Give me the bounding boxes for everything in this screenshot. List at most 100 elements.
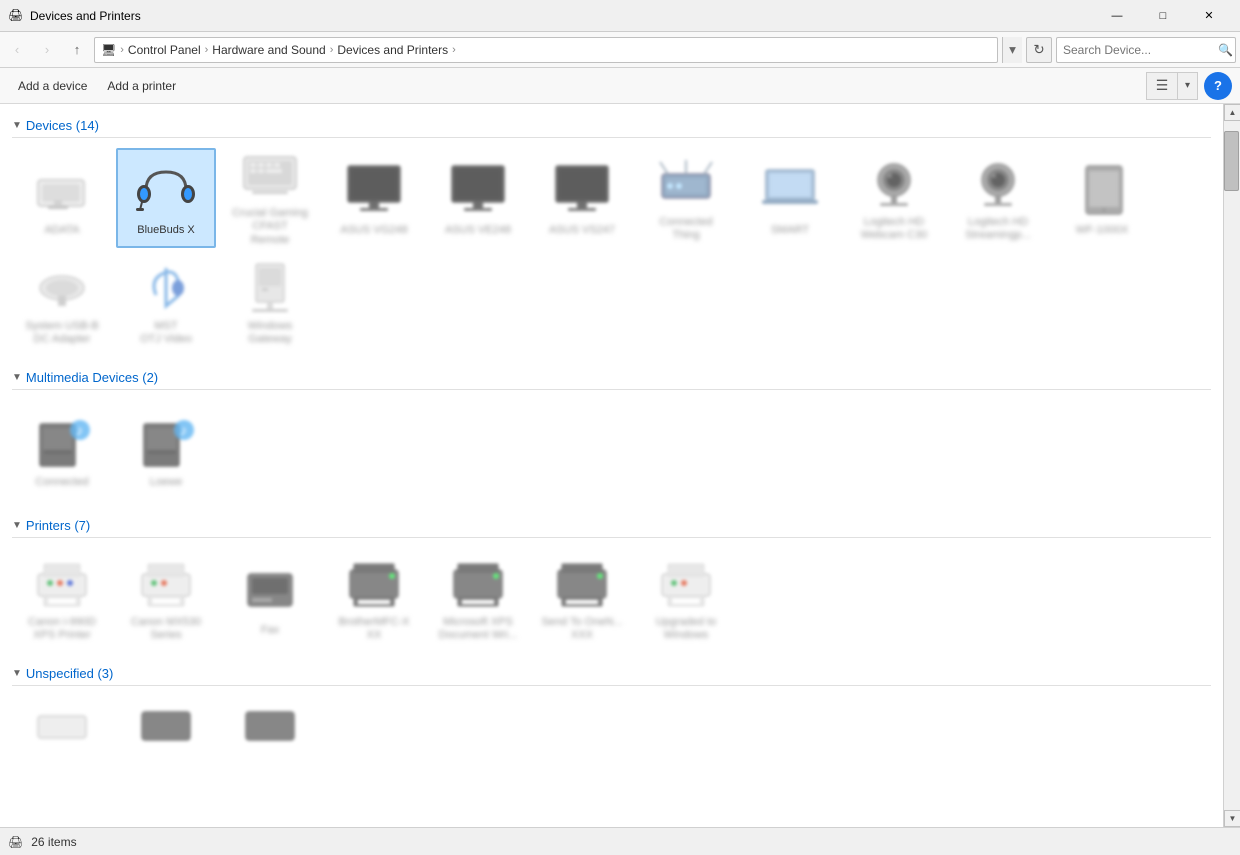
device-icon: ♪ xyxy=(26,410,98,474)
printer-item[interactable]: Canon MX530Series xyxy=(116,548,216,648)
device-item[interactable]: WF-1000X xyxy=(1052,148,1152,248)
printer-icon xyxy=(234,558,306,622)
device-label: ASUS VG248 xyxy=(340,224,407,237)
device-label: Logitech HDWebcam C30 xyxy=(861,216,927,242)
window-title: Devices and Printers xyxy=(30,9,1094,23)
device-item[interactable]: ASUS VE248 xyxy=(428,148,528,248)
window-controls: — □ ✕ xyxy=(1094,0,1232,32)
device-item[interactable]: System USB-BDC Adapter xyxy=(12,252,112,352)
printers-section-header[interactable]: ▼ Printers (7) xyxy=(12,512,1211,538)
device-icon xyxy=(26,706,98,746)
printer-item[interactable]: Upgraded toWindows xyxy=(636,548,736,648)
search-icon[interactable]: 🔍 xyxy=(1218,43,1233,57)
address-dropdown-button[interactable]: ▾ xyxy=(1002,37,1022,63)
device-label: WindowsGateway xyxy=(248,320,293,346)
printer-icon xyxy=(650,554,722,614)
content-area: ▼ Devices (14) ADATA xyxy=(0,104,1223,827)
status-count: 26 items xyxy=(31,835,76,849)
main-content: ▼ Devices (14) ADATA xyxy=(0,104,1240,827)
device-label: ASUS VE248 xyxy=(445,224,511,237)
multimedia-item[interactable]: ♪ Loewe xyxy=(116,400,216,500)
maximize-button[interactable]: □ xyxy=(1140,0,1186,32)
scrollbar[interactable]: ▲ ▼ xyxy=(1223,104,1240,827)
device-item[interactable]: WindowsGateway xyxy=(220,252,320,352)
device-label: ConnectedThing xyxy=(659,216,712,242)
scroll-thumb[interactable] xyxy=(1224,131,1239,191)
printer-label: Send To OneN...XXX xyxy=(541,616,622,642)
printer-label: Fax xyxy=(261,624,279,637)
view-dropdown-button[interactable]: ▾ xyxy=(1178,72,1198,100)
unspecified-section-header[interactable]: ▼ Unspecified (3) xyxy=(12,660,1211,686)
forward-button[interactable]: › xyxy=(34,37,60,63)
toolbar: Add a device Add a printer ☰ ▾ ? xyxy=(0,68,1240,104)
close-button[interactable]: ✕ xyxy=(1186,0,1232,32)
printers-grid: Canon i-990DXPS Printer Canon MX530Serie… xyxy=(12,544,1211,660)
device-item[interactable]: Crucial GamingCFASTRemote xyxy=(220,148,320,248)
device-item[interactable]: ConnectedThing xyxy=(636,148,736,248)
printer-item[interactable]: Send To OneN...XXX xyxy=(532,548,632,648)
device-item[interactable]: SMART xyxy=(740,148,840,248)
view-button[interactable]: ☰ xyxy=(1146,72,1178,100)
multimedia-chevron-icon: ▼ xyxy=(12,372,22,383)
device-item[interactable]: MSTOTJ Video xyxy=(116,252,216,352)
add-printer-button[interactable]: Add a printer xyxy=(97,72,186,100)
printer-label: BrotherMFC-XXX xyxy=(339,616,410,642)
device-item[interactable]: Logitech HDWebcam C30 xyxy=(844,148,944,248)
device-item[interactable]: Logitech HDStreamingp... xyxy=(948,148,1048,248)
up-button[interactable]: ↑ xyxy=(64,37,90,63)
multimedia-grid: ♪ Connected ♪ Loewe xyxy=(12,396,1211,512)
multimedia-label: Loewe xyxy=(150,476,182,489)
printer-label: Upgraded toWindows xyxy=(656,616,717,642)
scroll-up-button[interactable]: ▲ xyxy=(1224,104,1240,121)
unspecified-item[interactable] xyxy=(12,696,112,756)
device-icon xyxy=(1066,158,1138,222)
multimedia-section-header[interactable]: ▼ Multimedia Devices (2) xyxy=(12,364,1211,390)
device-icon xyxy=(858,154,930,214)
minimize-button[interactable]: — xyxy=(1094,0,1140,32)
device-item[interactable]: ASUS VG248 xyxy=(324,148,424,248)
device-item[interactable]: ASUS VS247 xyxy=(532,148,632,248)
device-icon xyxy=(650,154,722,214)
printer-item[interactable]: BrotherMFC-XXX xyxy=(324,548,424,648)
bluebuds-icon xyxy=(130,158,202,222)
help-button[interactable]: ? xyxy=(1204,72,1232,100)
multimedia-section-title: Multimedia Devices (2) xyxy=(26,370,158,385)
refresh-button[interactable]: ↻ xyxy=(1026,37,1052,63)
device-icon xyxy=(234,258,306,318)
device-icon xyxy=(234,149,306,205)
unspecified-chevron-icon: ▼ xyxy=(12,668,22,679)
add-device-button[interactable]: Add a device xyxy=(8,72,97,100)
device-icon xyxy=(442,158,514,222)
printers-chevron-icon: ▼ xyxy=(12,520,22,531)
printer-icon xyxy=(338,554,410,614)
device-icon xyxy=(130,258,202,318)
printer-item[interactable]: Fax xyxy=(220,548,320,648)
multimedia-item[interactable]: ♪ Connected xyxy=(12,400,112,500)
printer-item[interactable]: Canon i-990DXPS Printer xyxy=(12,548,112,648)
search-input[interactable] xyxy=(1063,43,1218,57)
address-path: 🖥 › Control Panel › Hardware and Sound ›… xyxy=(94,37,998,63)
device-icon xyxy=(26,158,98,222)
printer-item[interactable]: Microsoft XPSDocument Wri... xyxy=(428,548,528,648)
printer-icon xyxy=(26,554,98,614)
device-label: ADATA xyxy=(44,224,79,237)
device-icon xyxy=(234,706,306,746)
device-item[interactable]: ADATA xyxy=(12,148,112,248)
devices-section-header[interactable]: ▼ Devices (14) xyxy=(12,112,1211,138)
path-icon: 🖥 xyxy=(101,43,116,57)
scroll-down-button[interactable]: ▼ xyxy=(1224,810,1240,827)
search-box: 🔍 xyxy=(1056,37,1236,63)
bluebuds-device-item[interactable]: BlueBuds X xyxy=(116,148,216,248)
unspecified-item[interactable] xyxy=(220,696,320,756)
scroll-track[interactable] xyxy=(1224,121,1240,810)
device-label: Logitech HDStreamingp... xyxy=(965,216,1030,242)
breadcrumb-control-panel[interactable]: Control Panel xyxy=(128,43,201,57)
app-icon: 🖨 xyxy=(8,8,24,24)
breadcrumb-devices-printers[interactable]: Devices and Printers xyxy=(337,43,448,57)
back-button[interactable]: ‹ xyxy=(4,37,30,63)
multimedia-label: Connected xyxy=(35,476,88,489)
bluebuds-label: BlueBuds X xyxy=(137,224,194,237)
breadcrumb-hardware-sound[interactable]: Hardware and Sound xyxy=(212,43,325,57)
unspecified-item[interactable] xyxy=(116,696,216,756)
device-icon xyxy=(962,154,1034,214)
